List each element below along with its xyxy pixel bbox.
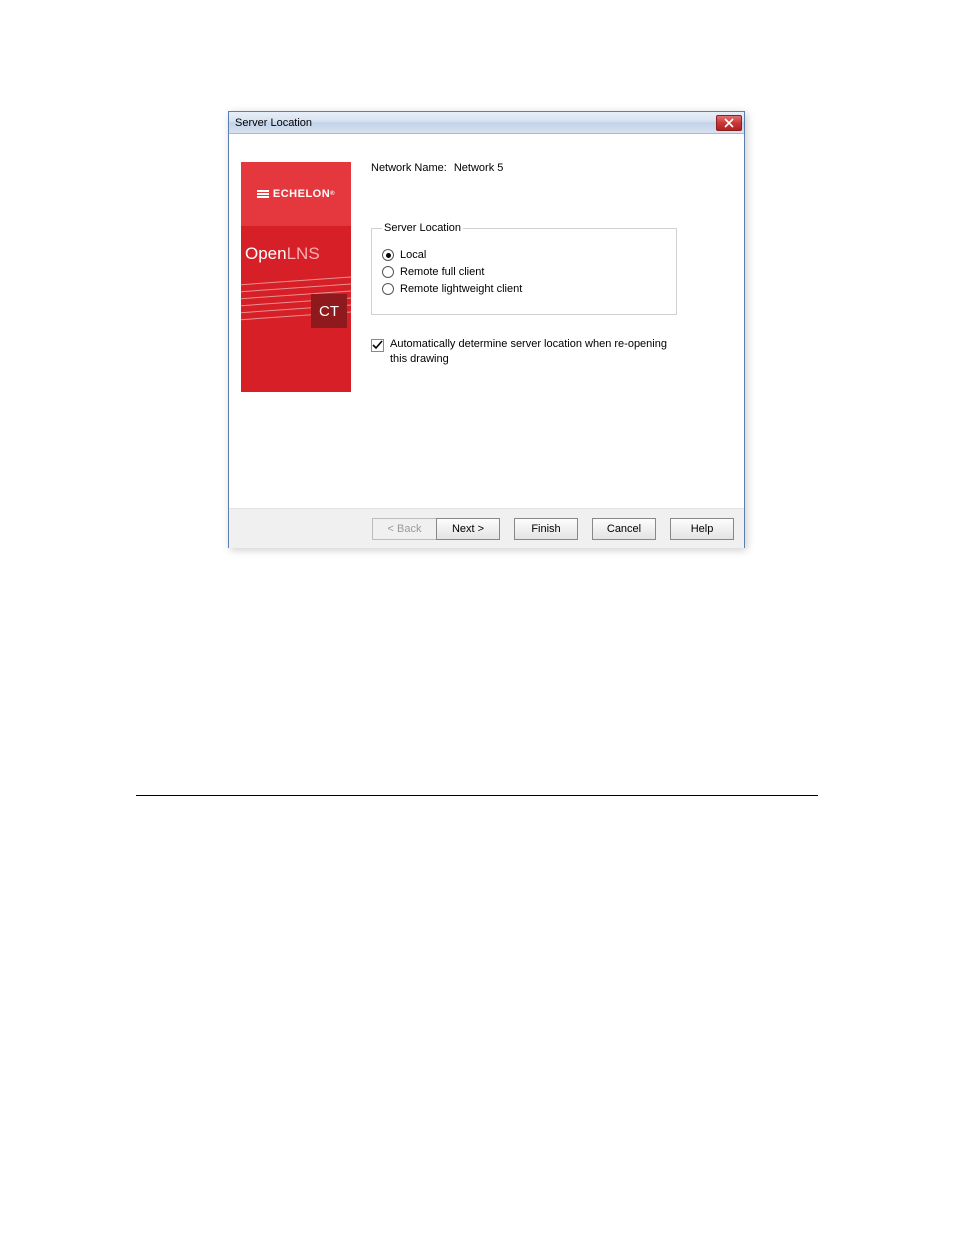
- radio-remote-lightweight[interactable]: Remote lightweight client: [382, 283, 666, 295]
- cancel-button[interactable]: Cancel: [592, 518, 656, 540]
- content-area: Network Name: Network 5 Server Location …: [351, 134, 744, 508]
- titlebar: Server Location: [229, 112, 744, 134]
- checkbox-icon: [371, 339, 384, 352]
- button-bar: < Back Next > Finish Cancel Help: [229, 508, 744, 548]
- radio-label: Remote full client: [400, 266, 484, 278]
- back-button: < Back: [372, 518, 436, 540]
- server-location-dialog: Server Location ECHELON® OpenLNS: [228, 111, 745, 548]
- dialog-title: Server Location: [235, 117, 312, 129]
- brand-sidebar: ECHELON® OpenLNS CT: [241, 162, 351, 392]
- openlns-text: OpenLNS: [245, 244, 320, 264]
- finish-button[interactable]: Finish: [514, 518, 578, 540]
- auto-determine-checkbox[interactable]: Automatically determine server location …: [371, 337, 687, 367]
- close-icon: [724, 118, 734, 128]
- radio-icon: [382, 283, 394, 295]
- ct-box: CT: [311, 294, 347, 328]
- close-button[interactable]: [716, 115, 742, 131]
- help-button[interactable]: Help: [670, 518, 734, 540]
- radio-icon: [382, 266, 394, 278]
- network-name-value: Network 5: [454, 162, 504, 174]
- echelon-text: ECHELON: [273, 188, 330, 200]
- echelon-stripes-icon: [257, 189, 269, 199]
- checkbox-label: Automatically determine server location …: [390, 337, 687, 367]
- radio-icon: [382, 249, 394, 261]
- radio-label: Local: [400, 249, 426, 261]
- server-location-group: Server Location Local Remote full client…: [371, 222, 677, 315]
- radio-local[interactable]: Local: [382, 249, 666, 261]
- network-name-row: Network Name: Network 5: [371, 162, 724, 174]
- openlns-block: OpenLNS CT: [241, 226, 351, 392]
- echelon-logo: ECHELON®: [241, 162, 351, 226]
- dialog-body: ECHELON® OpenLNS CT Network Name: Networ…: [229, 134, 744, 508]
- radio-label: Remote lightweight client: [400, 283, 522, 295]
- radio-remote-full[interactable]: Remote full client: [382, 266, 666, 278]
- network-name-label: Network Name:: [371, 162, 447, 174]
- next-button[interactable]: Next >: [436, 518, 500, 540]
- footer-rule: [136, 795, 818, 796]
- server-location-legend: Server Location: [382, 222, 463, 234]
